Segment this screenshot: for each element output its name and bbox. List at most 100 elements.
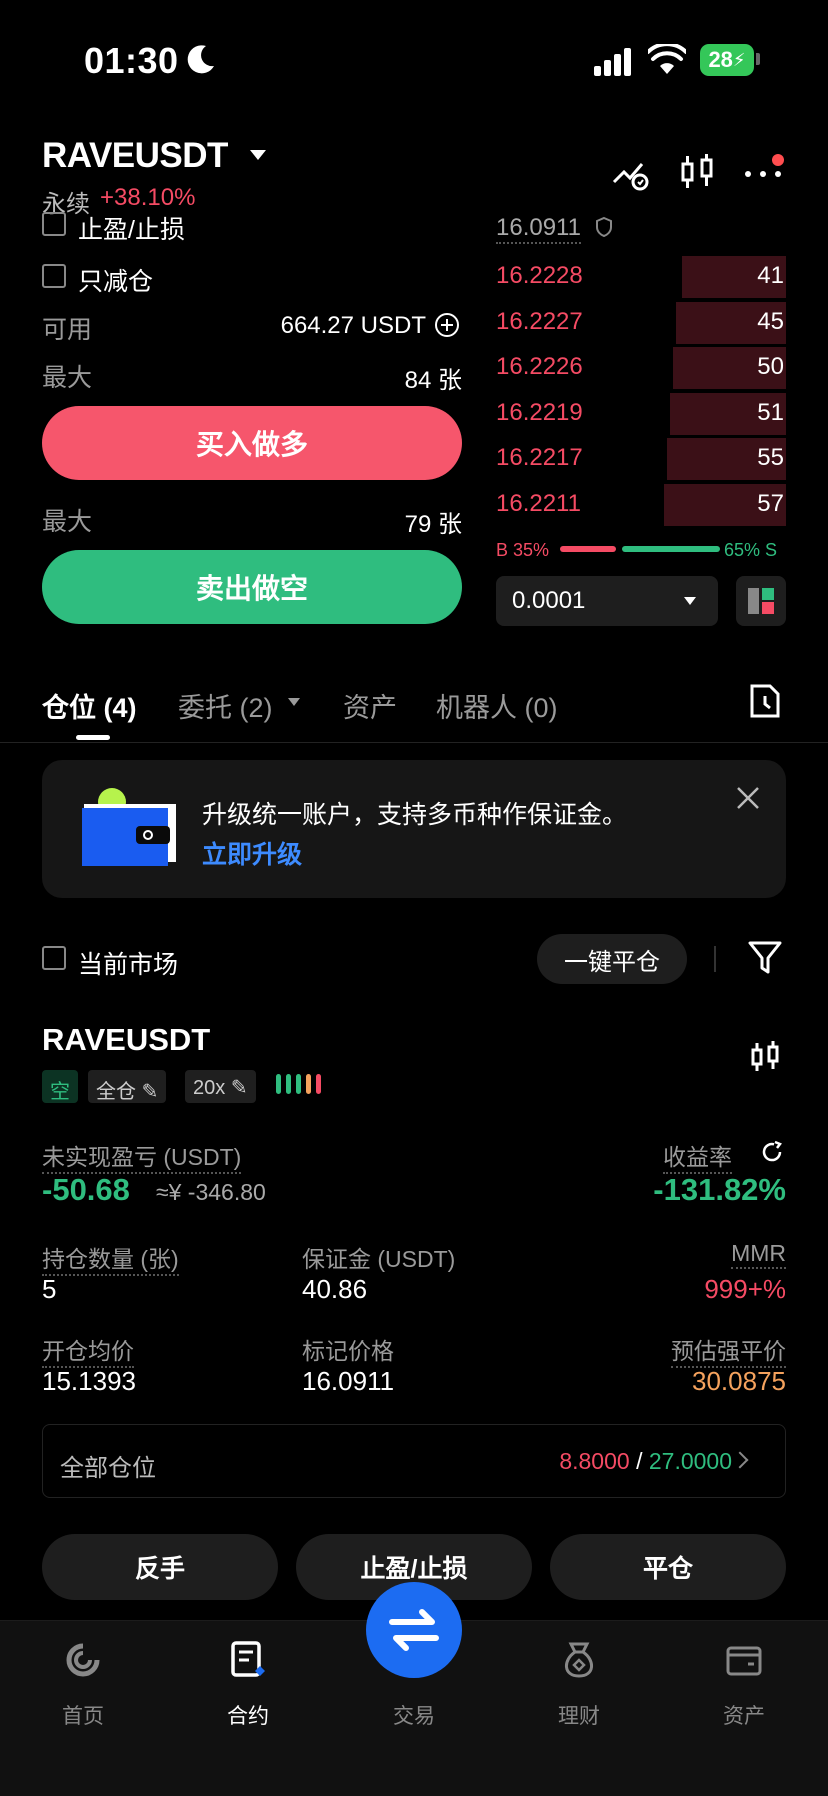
sl-value: 27.0000	[648, 1448, 732, 1474]
reverse-button[interactable]: 反手	[42, 1534, 278, 1600]
liq-price-label[interactable]: 预估强平价	[671, 1332, 786, 1368]
orderbook-ask-row[interactable]: 16.2217 55	[496, 438, 786, 480]
candlestick-chart-icon[interactable]	[748, 1040, 782, 1074]
sell-ratio: 65% S	[724, 540, 778, 560]
ask-quantity: 55	[757, 444, 784, 471]
sell-ratio-bar	[622, 546, 720, 552]
ask-quantity: 41	[757, 262, 784, 289]
liq-price-value: 30.0875	[692, 1366, 786, 1396]
orderbook-ask-row[interactable]: 16.2226 50	[496, 347, 786, 389]
tab-positions[interactable]: 仓位 (4)	[42, 686, 137, 725]
margin-mode-tag[interactable]: 全仓 ✎	[88, 1070, 167, 1103]
size-value: 5	[42, 1274, 57, 1304]
chevron-down-icon[interactable]	[288, 698, 300, 706]
mark-price-label: 标记价格	[302, 1338, 394, 1364]
swap-icon	[389, 1609, 439, 1651]
mmr-value: 999+%	[704, 1274, 786, 1304]
ask-quantity: 50	[757, 353, 784, 380]
close-all-button[interactable]: 一键平仓	[537, 934, 687, 984]
trade-fab[interactable]	[366, 1582, 462, 1678]
wifi-icon	[646, 42, 688, 76]
roe-label[interactable]: 收益率	[663, 1138, 732, 1174]
risk-bar-1	[276, 1074, 281, 1094]
ask-price: 16.2217	[496, 444, 583, 471]
tpsl-checkbox[interactable]	[42, 212, 66, 236]
wallet-illustration	[82, 786, 182, 866]
entry-price-label[interactable]: 开仓均价	[42, 1332, 134, 1368]
symbol-selector[interactable]: RAVEUSDT	[42, 136, 228, 176]
status-time: 01:30	[84, 40, 179, 81]
available-label: 可用	[42, 316, 93, 344]
leverage-tag[interactable]: 20x ✎	[185, 1070, 256, 1103]
position-symbol: RAVEUSDT	[42, 1022, 211, 1057]
ask-quantity: 51	[757, 398, 784, 426]
edit-icon: ✎	[141, 1081, 159, 1103]
margin-label: 保证金 (USDT)	[302, 1246, 456, 1272]
battery-tip	[756, 53, 760, 65]
short-tag: 空	[42, 1070, 78, 1103]
size-label[interactable]: 持仓数量 (张)	[42, 1240, 179, 1276]
upnl-label[interactable]: 未实现盈亏 (USDT)	[42, 1138, 242, 1174]
upnl-cny: ≈¥ -346.80	[156, 1179, 266, 1205]
earn-icon	[559, 1640, 599, 1680]
battery-indicator: 28 ⚡	[700, 44, 754, 76]
candlestick-chart-icon[interactable]	[676, 152, 718, 194]
ask-price: 16.2228	[496, 262, 583, 289]
max-long-value: 84 张	[404, 367, 462, 394]
orderbook-ask-row[interactable]: 16.2219 51	[496, 392, 786, 435]
ask-price: 16.2211	[496, 489, 581, 517]
orderbook-ask-row[interactable]: 16.2227 45	[496, 301, 786, 344]
chevron-down-icon[interactable]	[250, 150, 266, 160]
signal-icon	[594, 48, 634, 76]
reduce-only-label: 只减仓	[78, 268, 154, 296]
reduce-only-checkbox[interactable]	[42, 264, 66, 288]
current-market-label: 当前市场	[78, 951, 179, 979]
chevron-down-icon	[684, 597, 696, 605]
price-alert-icon[interactable]	[610, 152, 652, 194]
mmr-label[interactable]: MMR	[731, 1240, 786, 1269]
nav-trade-label: 交易	[393, 1705, 435, 1728]
buy-ratio: B 35%	[496, 540, 550, 560]
upgrade-now-link[interactable]: 立即升级	[202, 835, 302, 871]
orderbook-ask-row[interactable]: 16.2211 57	[496, 483, 786, 526]
ask-price: 16.2227	[496, 307, 583, 335]
ask-price: 16.2219	[496, 398, 583, 426]
shield-icon	[594, 216, 614, 238]
share-icon[interactable]	[760, 1140, 784, 1164]
divider	[714, 946, 716, 972]
entry-price-value: 15.1393	[42, 1366, 136, 1396]
tab-bots[interactable]: 机器人 (0)	[436, 686, 558, 725]
risk-bar-5	[316, 1074, 321, 1094]
edit-icon: ✎	[230, 1077, 248, 1099]
active-tab-indicator	[76, 735, 110, 740]
tpsl-label: 止盈/止损	[78, 216, 185, 244]
available-balance: 664.27 USDT	[280, 312, 426, 339]
tab-orders[interactable]: 委托 (2)	[178, 686, 273, 725]
max-short-label: 最大	[42, 508, 93, 536]
sell-short-button[interactable]: 卖出做空	[42, 550, 462, 624]
ask-quantity: 57	[757, 489, 784, 517]
filter-icon[interactable]	[748, 940, 782, 976]
history-icon[interactable]	[748, 682, 782, 720]
ask-price: 16.2226	[496, 353, 583, 380]
leverage-label: 20x	[193, 1077, 226, 1099]
roe-value: -131.82%	[653, 1172, 786, 1207]
close-position-button[interactable]: 平仓	[550, 1534, 786, 1600]
futures-icon	[228, 1640, 268, 1680]
banner-text: 升级统一账户，支持多币种作保证金。	[202, 801, 628, 829]
add-funds-icon[interactable]	[434, 312, 460, 338]
tab-assets[interactable]: 资产	[343, 686, 397, 725]
max-long-label: 最大	[42, 364, 93, 392]
orderbook-ask-row[interactable]: 16.2228 41	[496, 256, 786, 298]
max-short-value: 79 张	[404, 511, 462, 538]
battery-level: 28	[708, 47, 733, 72]
current-market-checkbox[interactable]	[42, 946, 66, 970]
margin-value: 40.86	[302, 1274, 368, 1304]
nav-earn-label: 理财	[558, 1705, 600, 1728]
close-icon[interactable]	[736, 786, 760, 810]
buy-long-button[interactable]: 买入做多	[42, 406, 462, 480]
orderbook-layout-button[interactable]	[736, 576, 786, 626]
tab-divider	[0, 742, 828, 743]
orderbook-mark-price[interactable]: 16.0911	[496, 214, 581, 244]
mark-price-value: 16.0911	[302, 1366, 395, 1396]
